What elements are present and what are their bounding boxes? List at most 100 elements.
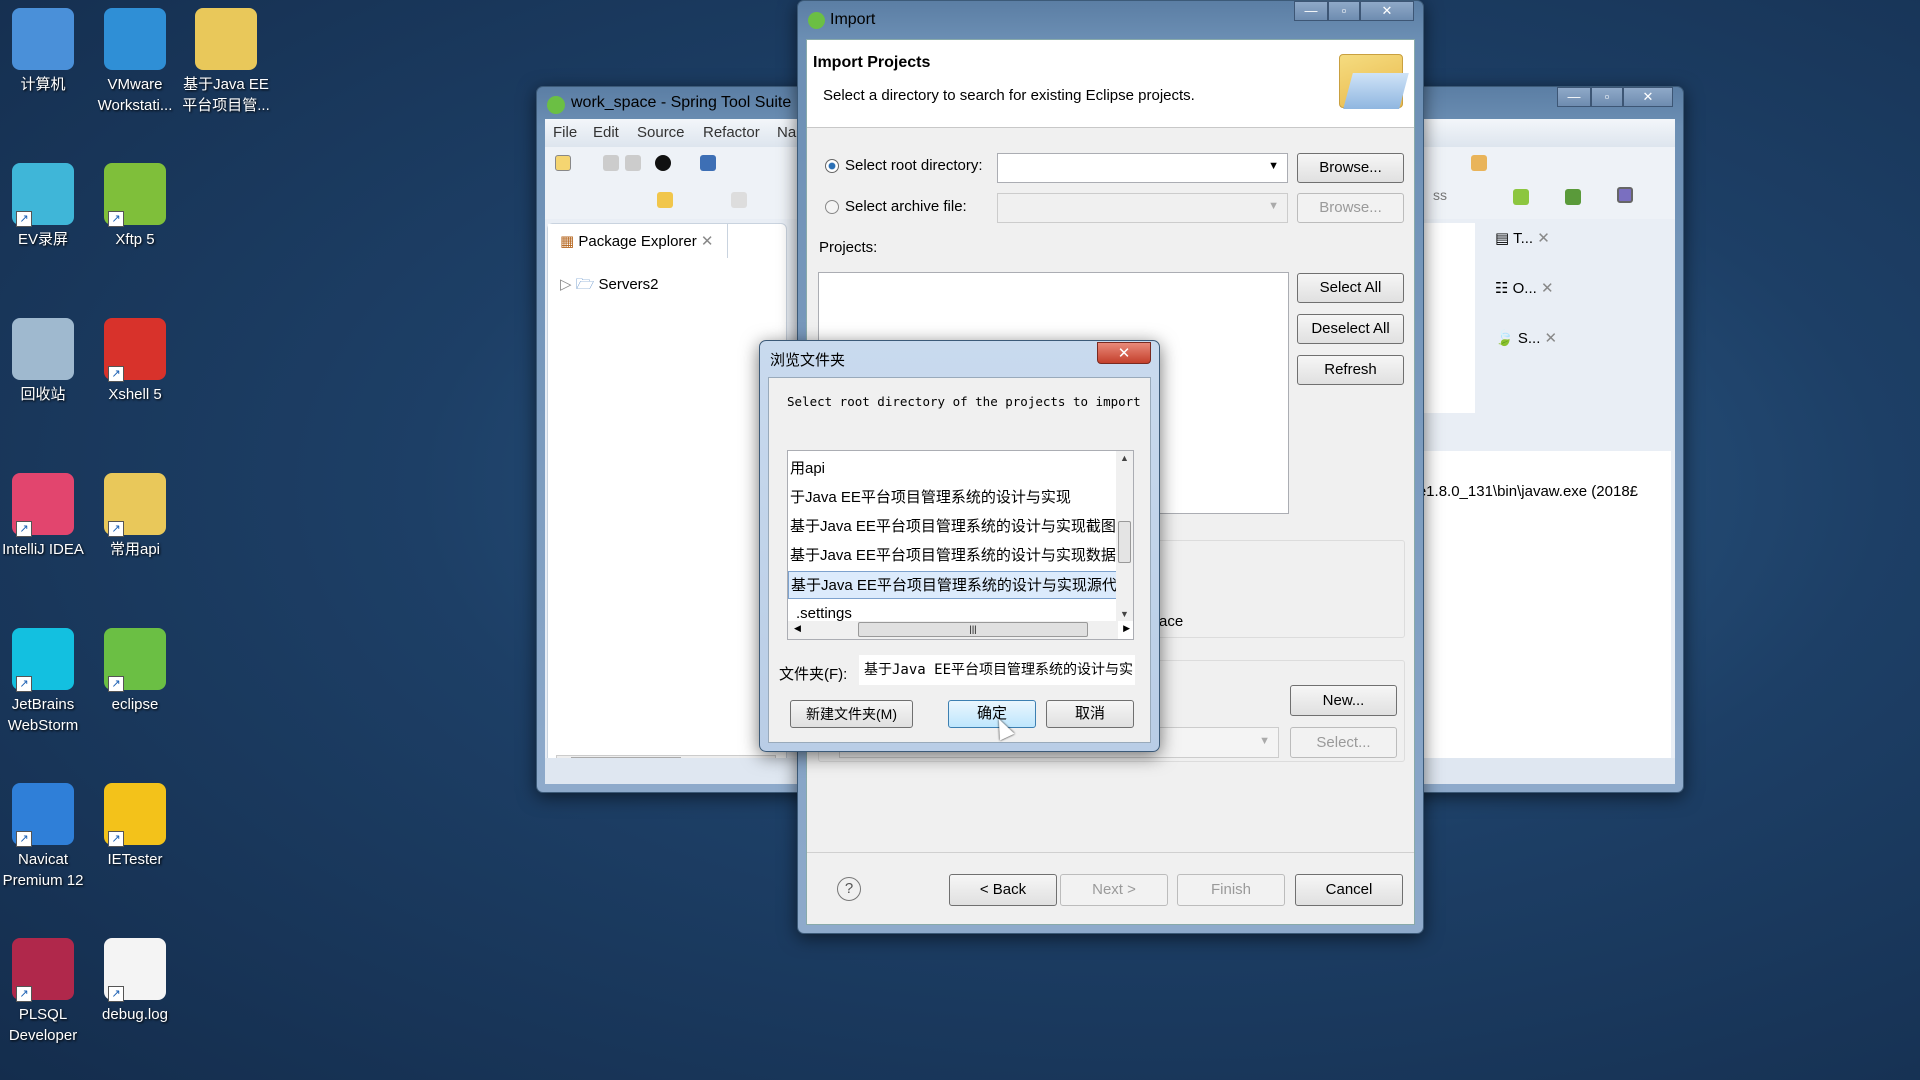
folder-tree[interactable]: 用api 于Java EE平台项目管理系统的设计与实现 基于Java EE平台项目管… xyxy=(787,450,1134,640)
desktop-icon[interactable]: VMware Workstati... xyxy=(87,8,183,116)
package-icon: ▦ xyxy=(560,233,579,250)
deselect-all-button[interactable]: Deselect All xyxy=(1297,314,1404,344)
desktop-icon-label: 回收站 xyxy=(20,386,66,403)
menu-item[interactable]: Na xyxy=(777,124,796,141)
expand-arrow-icon[interactable]: ▷ xyxy=(560,276,576,293)
app-icon: ↗ xyxy=(12,473,74,537)
new-working-set-button[interactable]: New... xyxy=(1290,685,1397,716)
save-icon[interactable] xyxy=(603,155,619,171)
folder-tree-item[interactable]: 基于Java EE平台项目管理系统的设计与实现截图 xyxy=(788,513,1118,541)
shortcut-arrow-icon: ↗ xyxy=(16,521,32,537)
desktop-icon[interactable]: ↗ Xftp 5 xyxy=(87,163,183,250)
minimize-button[interactable]: — xyxy=(1294,1,1328,21)
close-button[interactable]: ✕ xyxy=(1360,1,1414,21)
folder-label: 文件夹(F): xyxy=(779,666,848,683)
java-perspective-icon[interactable] xyxy=(1617,187,1633,203)
app-icon: ↗ xyxy=(104,783,166,847)
forward-arrow-icon[interactable] xyxy=(731,192,747,208)
menu-item[interactable]: File xyxy=(553,124,577,141)
desktop-icon[interactable]: 回收站 xyxy=(0,318,91,405)
horizontal-scrollbar[interactable]: ◀ ||| ▶ xyxy=(788,621,1130,639)
desktop-icon[interactable]: ↗ IntelliJ IDEA xyxy=(0,473,91,560)
app-icon xyxy=(12,318,74,380)
folder-tree-item[interactable]: 基于Java EE平台项目管理系统的设计与实现数据库 xyxy=(788,542,1118,570)
app-icon: ↗ xyxy=(104,473,166,537)
root-directory-combo[interactable]: ▼ xyxy=(997,153,1288,183)
desktop-icon[interactable]: ↗ JetBrains WebStorm xyxy=(0,628,91,736)
refresh-button[interactable]: Refresh xyxy=(1297,355,1404,385)
browse-folder-dialog: 浏览文件夹 ✕ Select root directory of the pro… xyxy=(759,340,1160,752)
shortcut-arrow-icon: ↗ xyxy=(108,211,124,227)
tab-spring-explorer[interactable]: 🍃 S... ✕ xyxy=(1495,329,1557,347)
close-button[interactable]: ✕ xyxy=(1623,87,1673,107)
back-arrow-icon[interactable] xyxy=(657,192,673,208)
desktop-icon[interactable]: ↗ debug.log xyxy=(87,938,183,1025)
menu-item[interactable]: Source xyxy=(637,124,685,141)
close-button[interactable]: ✕ xyxy=(1097,342,1151,364)
archive-file-combo: ▼ xyxy=(997,193,1288,223)
help-icon[interactable]: ? xyxy=(837,877,861,901)
shortcut-arrow-icon: ↗ xyxy=(16,676,32,692)
save-all-icon[interactable] xyxy=(625,155,641,171)
tab-task-list[interactable]: ▤ T... ✕ xyxy=(1495,229,1550,247)
app-icon: ↗ xyxy=(104,628,166,692)
desktop-icon[interactable]: 基于Java EE 平台项目管... xyxy=(178,8,274,116)
quick-access[interactable]: ss xyxy=(1433,187,1447,203)
desktop-icon[interactable]: ↗ EV录屏 xyxy=(0,163,91,250)
dialog-title: 浏览文件夹 xyxy=(770,352,846,369)
folder-input[interactable]: 基于Java EE平台项目管理系统的设计与实 xyxy=(859,655,1135,685)
maximize-button[interactable]: ▫ xyxy=(1328,1,1360,21)
finish-button: Finish xyxy=(1177,874,1285,906)
root-directory-label: Select root directory: xyxy=(845,157,983,174)
dialog-description: Select root directory of the projects to… xyxy=(787,394,1141,409)
folder-tree-item[interactable]: 基于Java EE平台项目管理系统的设计与实现源代码 xyxy=(788,571,1118,599)
desktop-icon[interactable]: ↗ eclipse xyxy=(87,628,183,715)
radio-archive-file[interactable] xyxy=(825,200,839,214)
tree-item-servers2[interactable]: ▷ 🗁 Servers2 xyxy=(560,274,659,299)
projects-label: Projects: xyxy=(819,239,878,256)
minimize-button[interactable]: — xyxy=(1557,87,1591,107)
select-all-button[interactable]: Select All xyxy=(1297,273,1404,303)
desktop-icon[interactable]: 计算机 xyxy=(0,8,91,95)
menu-item[interactable]: Refactor xyxy=(703,124,760,141)
menu-item[interactable]: Edit xyxy=(593,124,619,141)
desktop-icon-label: Navicat Premium 12 xyxy=(2,851,84,889)
desktop-icon-label: JetBrains WebStorm xyxy=(7,696,79,734)
desktop-icon-label: Xftp 5 xyxy=(115,231,155,248)
cancel-button[interactable]: 取消 xyxy=(1046,700,1134,728)
desktop-icon-label: Xshell 5 xyxy=(108,386,162,403)
desktop-icon[interactable]: ↗ Xshell 5 xyxy=(87,318,183,405)
maximize-button[interactable]: ▫ xyxy=(1591,87,1623,107)
radio-root-directory[interactable] xyxy=(825,159,839,173)
open-folder-icon[interactable] xyxy=(1471,155,1487,171)
new-folder-button[interactable]: 新建文件夹(M) xyxy=(790,700,913,728)
options-partial-text: ace xyxy=(1159,613,1184,630)
vertical-scrollbar[interactable]: ▲ ▼ xyxy=(1116,451,1133,621)
desktop-icon-label: 计算机 xyxy=(20,76,66,93)
folder-tree-item[interactable]: 用api xyxy=(788,455,1118,483)
browse-root-button[interactable]: Browse... xyxy=(1297,153,1404,183)
desktop-icon[interactable]: ↗ 常用api xyxy=(87,473,183,560)
folder-tree-item[interactable]: 于Java EE平台项目管理系统的设计与实现 xyxy=(788,484,1118,512)
desktop-icon[interactable]: ↗ PLSQL Developer xyxy=(0,938,91,1046)
right-views: ▤ T... ✕ ☷ O... ✕ 🍃 S... ✕ a\jre1.8.0_13… xyxy=(1395,223,1671,778)
desktop-icon-label: eclipse xyxy=(111,696,159,713)
app-icon xyxy=(195,8,257,70)
cancel-button[interactable]: Cancel xyxy=(1295,874,1403,906)
close-tab-icon[interactable]: ✕ xyxy=(701,233,714,250)
profile-icon[interactable] xyxy=(655,155,671,171)
new-icon[interactable] xyxy=(555,155,571,171)
app-icon xyxy=(104,8,166,70)
spring-leaf-icon xyxy=(808,12,825,29)
tab-outline[interactable]: ☷ O... ✕ xyxy=(1495,279,1554,297)
desktop-icon[interactable]: ↗ IETester xyxy=(87,783,183,870)
console-view: a\jre1.8.0_131\bin\javaw.exe (2018£ xyxy=(1395,451,1671,778)
debug-perspective-icon[interactable] xyxy=(1565,189,1581,205)
spring-perspective-icon[interactable] xyxy=(1513,189,1529,205)
console-icon[interactable] xyxy=(700,155,716,171)
back-button[interactable]: < Back xyxy=(949,874,1057,906)
app-icon: ↗ xyxy=(12,628,74,692)
desktop-icon[interactable]: ↗ Navicat Premium 12 xyxy=(0,783,91,891)
folder-tree-item[interactable]: .settings xyxy=(788,600,1118,621)
tab-package-explorer[interactable]: ▦ Package Explorer ✕ xyxy=(548,224,728,258)
